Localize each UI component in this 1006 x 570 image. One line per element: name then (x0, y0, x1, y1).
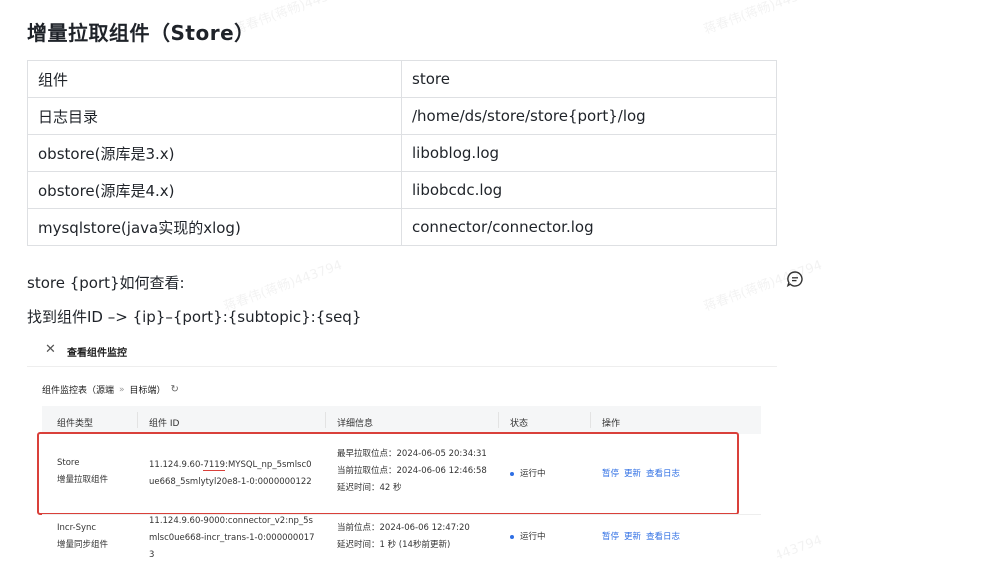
panel-title: 查看组件监控 (67, 348, 127, 359)
breadcrumb-source[interactable]: 组件监控表（源端 (42, 383, 114, 396)
table-cell: connector/connector.log (401, 208, 777, 246)
update-link[interactable]: 更新 (624, 532, 641, 542)
component-type: Incr-Sync (57, 523, 97, 533)
component-table: 组件 store 日志目录 /home/ds/store/store{port}… (27, 60, 777, 246)
watermark: 蒋春伟(蒋畅)443794 (701, 0, 825, 38)
table-row: 日志目录 /home/ds/store/store{port}/log (27, 97, 777, 135)
header-status: 状态 (510, 419, 529, 429)
page-title: 增量拉取组件（Store） (27, 21, 255, 45)
table-row: obstore(源库是3.x) liboblog.log (27, 134, 777, 172)
table-cell: obstore(源库是3.x) (27, 134, 402, 172)
component-id-cont: mlsc0ue668-incr_trans-1-0:000000017 (149, 533, 315, 543)
paragraph: 找到组件ID –> {ip}–{port}:{subtopic}:{seq} (27, 308, 362, 326)
table-row: 组件 store (27, 60, 777, 98)
comment-icon[interactable] (786, 270, 804, 288)
header-divider (590, 412, 591, 428)
row-actions: 暂停 更新 查看日志 (602, 529, 685, 546)
detail-current: 当前位点：2024-06-06 12:47:20 (337, 523, 470, 533)
paragraph: store {port}如何查看: (27, 274, 185, 292)
table-cell: obstore(源库是4.x) (27, 171, 402, 209)
table-row: mysqlstore(java实现的xlog) connector/connec… (27, 208, 777, 246)
refresh-icon[interactable]: ↻ (171, 384, 179, 395)
view-log-link[interactable]: 查看日志 (646, 532, 680, 542)
red-highlight-box (37, 432, 739, 515)
table-cell: store (401, 60, 777, 98)
table-cell: /home/ds/store/store{port}/log (401, 97, 777, 135)
breadcrumb: 组件监控表（源端 » 目标端） ↻ (42, 383, 179, 396)
status-badge: 运行中 (510, 529, 546, 546)
watermark: 蒋春伟(蒋畅)443794 (701, 257, 825, 315)
header-type: 组件类型 (57, 419, 94, 429)
pause-link[interactable]: 暂停 (602, 532, 619, 542)
close-icon[interactable]: ✕ (45, 342, 56, 357)
table-cell: mysqlstore(java实现的xlog) (27, 208, 402, 246)
component-id-cont: 3 (149, 550, 155, 560)
header-divider (137, 412, 138, 428)
header-divider (498, 412, 499, 428)
header-detail: 详细信息 (337, 419, 374, 429)
embedded-screenshot: ✕ 查看组件监控 组件监控表（源端 » 目标端） ↻ 组件类型 组件 ID 详细… (27, 336, 777, 570)
header-divider (325, 412, 326, 428)
component-id: 11.124.9.60-9000:connector_v2:np_5s (149, 516, 313, 526)
table-row-incr-sync: Incr-Sync 增量同步组件 11.124.9.60-9000:connec… (42, 514, 761, 570)
breadcrumb-separator: » (119, 384, 125, 395)
detail-delay: 延迟时间：1 秒 (14秒前更新) (337, 540, 451, 550)
breadcrumb-target[interactable]: 目标端） (130, 383, 166, 396)
divider (27, 366, 777, 367)
component-type-desc: 增量同步组件 (57, 540, 109, 550)
table-cell: 组件 (27, 60, 402, 98)
table-cell: libobcdc.log (401, 171, 777, 209)
table-cell: 日志目录 (27, 97, 402, 135)
table-row: obstore(源库是4.x) libobcdc.log (27, 171, 777, 209)
header-ops: 操作 (602, 419, 621, 429)
header-id: 组件 ID (149, 419, 180, 429)
table-header: 组件类型 组件 ID 详细信息 状态 操作 (42, 406, 761, 434)
table-cell: liboblog.log (401, 134, 777, 172)
